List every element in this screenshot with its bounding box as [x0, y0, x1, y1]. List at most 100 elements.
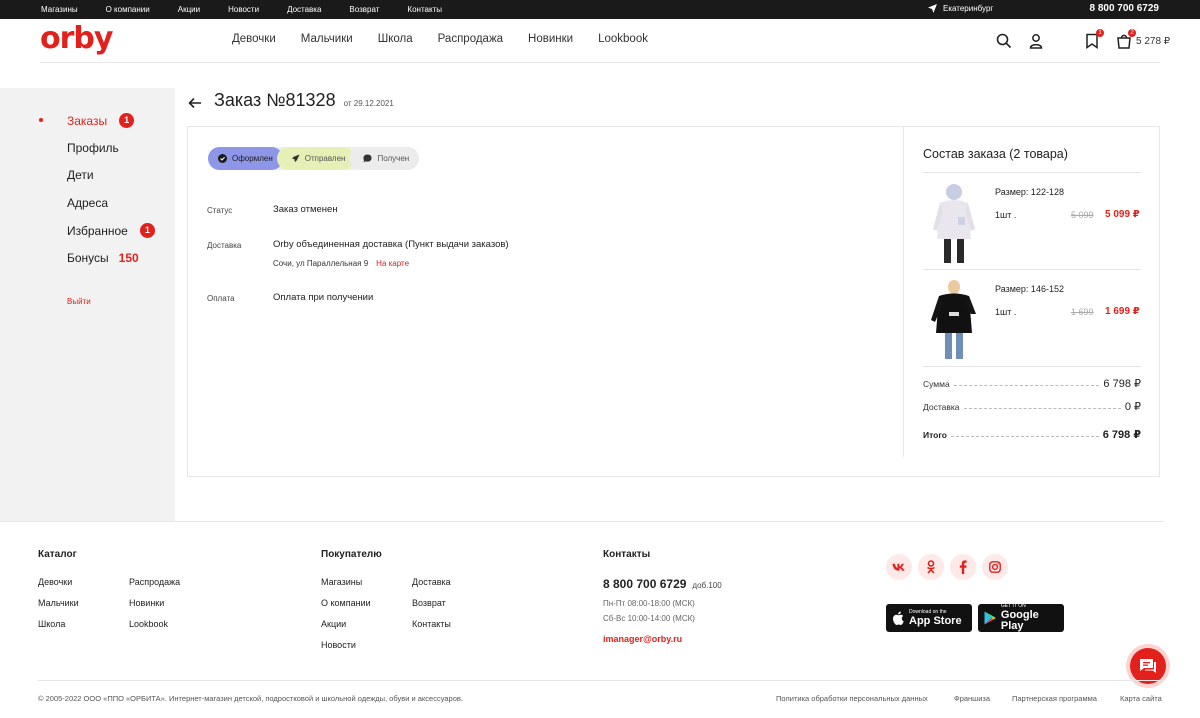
user-icon[interactable] [1028, 33, 1044, 49]
sidebar-item-children[interactable]: Дети [67, 168, 94, 182]
product-image[interactable] [925, 278, 983, 362]
top-bar: Магазины О компании Акции Новости Достав… [0, 0, 1200, 19]
delivery-value: Orby объединенная доставка (Пункт выдачи… [273, 239, 509, 250]
top-link-return[interactable]: Возврат [349, 5, 379, 14]
delivery-cost-row: Доставка 0 ₽ [923, 400, 1141, 413]
search-icon[interactable] [996, 33, 1012, 49]
cart-icon[interactable]: 2 [1116, 29, 1136, 49]
footer-divider [0, 521, 1164, 522]
footer-link-contacts[interactable]: Контакты [412, 619, 451, 629]
sidebar-item-favorites[interactable]: Избранное 1 [67, 223, 155, 238]
page-title: Заказ №81328 [214, 90, 336, 110]
google-play-icon [984, 611, 996, 625]
footer-link-new[interactable]: Новинки [129, 598, 164, 608]
footer-link-stores[interactable]: Магазины [321, 577, 362, 587]
copyright: © 2005-2022 ООО «ППО «ОРБИТА». Интернет-… [38, 694, 463, 703]
step-label: Отправлен [304, 154, 346, 163]
product-item[interactable]: Размер: 146-152 1шт . 1 699 1 699 ₽ [923, 269, 1141, 366]
product-item[interactable]: Размер: 122-128 1шт . 5 099 5 099 ₽ [923, 172, 1141, 269]
footer-catalog-title: Каталог [38, 549, 77, 560]
logo[interactable]: orby [40, 21, 113, 56]
top-link-stores[interactable]: Магазины [41, 5, 78, 14]
step-label: Получен [377, 154, 410, 163]
footer-bottom-divider [38, 680, 1164, 681]
footer-phone-ext: доб.100 [692, 581, 722, 590]
footer-link-return[interactable]: Возврат [412, 598, 446, 608]
footer-link-school[interactable]: Школа [38, 619, 65, 629]
footer-link-sale[interactable]: Распродажа [129, 577, 180, 587]
footer-phone[interactable]: 8 800 700 6729 [603, 577, 686, 591]
footer-link-lookbook[interactable]: Lookbook [129, 619, 168, 629]
delivery-address-row: Сочи, ул Параллельная 9 На карте [273, 259, 409, 268]
favorites-count-badge: 1 [139, 223, 155, 238]
privacy-policy-link[interactable]: Политика обработки персональных данных [776, 694, 928, 703]
social-links [886, 554, 1014, 580]
top-link-contacts[interactable]: Контакты [407, 5, 442, 14]
sitemap-link[interactable]: Карта сайта [1120, 694, 1162, 703]
composition-title: Состав заказа (2 товара) [923, 147, 1068, 161]
footer-link-girls[interactable]: Девочки [38, 577, 72, 587]
vk-icon[interactable] [886, 554, 912, 580]
nav-school[interactable]: Школа [378, 33, 413, 45]
step-placed: Оформлен [208, 147, 283, 170]
status-label: Статус [207, 206, 233, 215]
sidebar-item-addresses[interactable]: Адреса [67, 196, 108, 210]
map-link[interactable]: На карте [376, 259, 409, 268]
delivery-cost-value: 0 ₽ [1124, 401, 1141, 413]
app-store-small: Download on the [909, 608, 947, 615]
cart-total[interactable]: 5 278 ₽ [1136, 36, 1170, 47]
top-link-news[interactable]: Новости [228, 5, 259, 14]
footer-link-promo[interactable]: Акции [321, 619, 346, 629]
chat-button[interactable] [1130, 648, 1166, 684]
status-value: Заказ отменен [273, 204, 338, 215]
footer-email[interactable]: imanager@orby.ru [603, 634, 682, 644]
product-size: Размер: 146-152 [995, 284, 1064, 294]
bonus-count: 150 [118, 251, 139, 265]
footer-link-news[interactable]: Новости [321, 640, 356, 650]
partner-program-link[interactable]: Партнерская программа [1012, 694, 1097, 703]
orders-badge: 1 [119, 113, 135, 128]
back-arrow-icon[interactable] [188, 96, 202, 114]
step-received: Получен [349, 147, 420, 170]
instagram-icon[interactable] [982, 554, 1008, 580]
sidebar-item-orders[interactable]: Заказы 1 [39, 113, 135, 128]
rocket-icon [291, 154, 300, 163]
top-link-delivery[interactable]: Доставка [287, 5, 321, 14]
product-price: 1 699 ₽ [1105, 306, 1140, 317]
app-store-text: Download on the App Store [909, 608, 962, 627]
sidebar-item-profile[interactable]: Профиль [67, 141, 119, 155]
check-icon [218, 154, 227, 163]
top-phone[interactable]: 8 800 700 6729 [1089, 3, 1159, 14]
app-store-button[interactable]: Download on the App Store [886, 604, 972, 632]
active-dot [39, 118, 43, 122]
top-link-promo[interactable]: Акции [178, 5, 200, 14]
odnoklassniki-icon[interactable] [918, 554, 944, 580]
logout-link[interactable]: Выйти [67, 297, 91, 306]
footer-link-delivery[interactable]: Доставка [412, 577, 451, 587]
order-progress: Оформлен Отправлен Получен [208, 147, 420, 170]
top-link-about[interactable]: О компании [106, 5, 150, 14]
facebook-icon[interactable] [950, 554, 976, 580]
nav-sale[interactable]: Распродажа [438, 33, 503, 45]
product-image[interactable] [925, 181, 983, 265]
nav-girls[interactable]: Девочки [232, 33, 276, 45]
product-old-price: 5 099 [1071, 210, 1094, 220]
hours-weekdays: Пн-Пт 08:00-18:00 (МСК) [603, 599, 695, 608]
top-links: Магазины О компании Акции Новости Достав… [41, 5, 470, 14]
nav-new[interactable]: Новинки [528, 33, 573, 45]
footer-link-boys[interactable]: Мальчики [38, 598, 79, 608]
nav-boys[interactable]: Мальчики [301, 33, 353, 45]
footer-link-about[interactable]: О компании [321, 598, 371, 608]
google-play-text: GET IT ON Google Play [1001, 604, 1064, 632]
favorites-icon[interactable]: 1 [1084, 29, 1104, 49]
app-store-badges: Download on the App Store GET IT ON Goog… [886, 604, 1070, 632]
google-play-button[interactable]: GET IT ON Google Play [978, 604, 1064, 632]
franchise-link[interactable]: Франшиза [954, 694, 990, 703]
product-qty: 1шт . [995, 307, 1017, 317]
sum-row: Сумма 6 798 ₽ [923, 377, 1141, 390]
city-selector[interactable]: Екатеринбург [928, 4, 993, 13]
sidebar-item-label: Дети [67, 168, 94, 182]
nav-lookbook[interactable]: Lookbook [598, 33, 648, 45]
sidebar-item-label: Заказы [67, 113, 108, 128]
sidebar-item-bonuses[interactable]: Бонусы 150 [67, 251, 139, 265]
